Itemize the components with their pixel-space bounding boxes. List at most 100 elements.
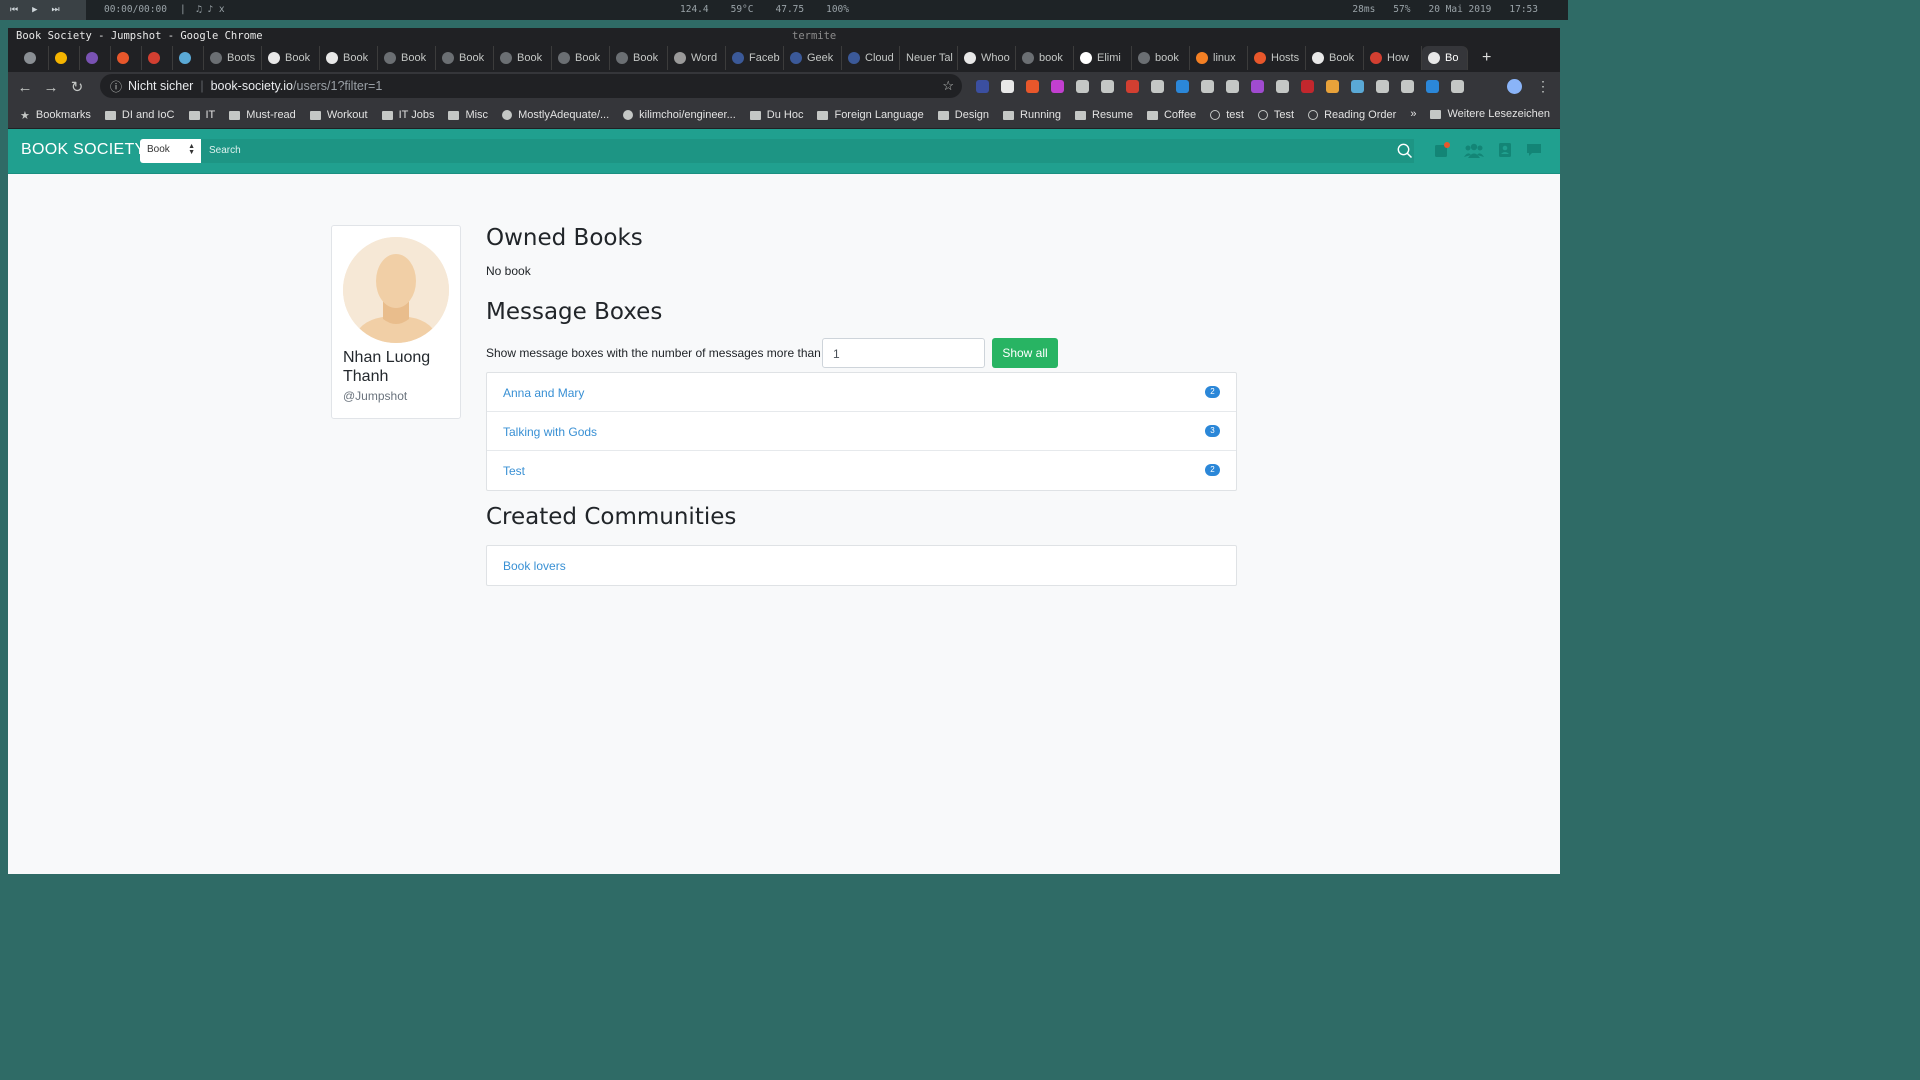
browser-tab[interactable]: Elimi — [1074, 46, 1132, 70]
browser-tab[interactable]: Book — [610, 46, 668, 70]
search-input[interactable]: Search — [201, 139, 1414, 163]
community-link[interactable]: Book lovers — [503, 559, 566, 573]
url-path[interactable]: /users/1?filter=1 — [293, 79, 382, 93]
browser-tab[interactable]: Neuer Tal — [900, 46, 958, 70]
browser-tab[interactable]: linux — [1190, 46, 1248, 70]
browser-tab[interactable]: Boots — [204, 46, 262, 70]
browser-tab[interactable] — [80, 46, 111, 70]
browser-tab[interactable]: Book — [378, 46, 436, 70]
bookmark-item[interactable]: ★ Bookmarks — [20, 109, 91, 122]
extension-icon[interactable] — [1326, 80, 1339, 93]
browser-tab[interactable]: Book — [552, 46, 610, 70]
extension-icon[interactable] — [1026, 80, 1039, 93]
owned-books-empty: No book — [486, 264, 531, 278]
browser-tab[interactable]: Cloud — [842, 46, 900, 70]
profile-avatar-icon[interactable] — [1507, 79, 1522, 94]
back-icon[interactable]: ← — [12, 79, 38, 96]
bookmark-item[interactable]: IT — [188, 109, 215, 121]
message-box-link[interactable]: Talking with Gods — [503, 425, 597, 439]
bookmark-item[interactable]: DI and IoC — [104, 109, 175, 121]
tab-active[interactable]: Bo× — [1422, 46, 1468, 70]
bookmark-item[interactable]: Running — [1003, 109, 1061, 121]
extension-icon[interactable] — [1376, 80, 1389, 93]
bookmark-item[interactable]: kilimchoi/engineer... — [623, 109, 736, 121]
other-bookmarks[interactable]: Weitere Lesezeichen — [1430, 108, 1550, 120]
bookmark-item[interactable]: Reading Order — [1308, 109, 1396, 121]
browser-tab[interactable]: Word — [668, 46, 726, 70]
bookmark-item[interactable]: Test — [1257, 109, 1294, 121]
search-type-select[interactable]: Book ▲ ▼ — [140, 139, 201, 163]
security-label[interactable]: Nicht sicher — [128, 79, 193, 93]
show-all-button[interactable]: Show all — [992, 338, 1058, 368]
extension-icon[interactable] — [1351, 80, 1364, 93]
browser-tab[interactable]: Book — [1306, 46, 1364, 70]
extension-icon[interactable] — [1126, 80, 1139, 93]
bookmark-item[interactable]: MostlyAdequate/... — [502, 109, 609, 121]
message-box-link[interactable]: Anna and Mary — [503, 386, 584, 400]
browser-tab[interactable]: book — [1132, 46, 1190, 70]
browser-tab[interactable] — [173, 46, 204, 70]
extension-icon[interactable] — [976, 80, 989, 93]
browser-tab[interactable]: Book — [262, 46, 320, 70]
address-bar[interactable]: ⓘ Nicht sicher | book-society.io/users/1… — [100, 74, 962, 98]
chrome-menu-icon[interactable]: ⋮ — [1536, 78, 1550, 95]
bookmark-item[interactable]: Coffee — [1146, 109, 1196, 121]
profile-icon[interactable] — [1498, 142, 1512, 158]
browser-tab[interactable]: Hosts — [1248, 46, 1306, 70]
browser-tab[interactable]: Geek — [784, 46, 842, 70]
message-count-input[interactable]: 1 — [822, 338, 985, 368]
browser-tab[interactable]: How — [1364, 46, 1422, 70]
bookmark-item[interactable]: Du Hoc — [749, 109, 803, 121]
extension-icon[interactable] — [1451, 80, 1464, 93]
brightness-stat: 100% — [826, 4, 849, 15]
bookmark-item[interactable]: Must-read — [229, 109, 296, 121]
browser-tab[interactable]: Book — [494, 46, 552, 70]
browser-tab[interactable]: book — [1016, 46, 1074, 70]
browser-tab[interactable]: Book — [320, 46, 378, 70]
forward-icon[interactable]: → — [38, 79, 64, 96]
browser-tab[interactable] — [49, 46, 80, 70]
notifications-icon[interactable] — [1434, 142, 1450, 158]
bookmark-item[interactable]: test — [1210, 109, 1244, 121]
extension-icon[interactable] — [1051, 80, 1064, 93]
next-track-icon[interactable]: ⏭ — [52, 5, 60, 15]
more-bookmarks-icon[interactable]: » — [1410, 108, 1416, 120]
app-brand[interactable]: BOOK SOCIETY — [21, 141, 146, 159]
messages-icon[interactable] — [1526, 142, 1542, 158]
extension-icon[interactable] — [1301, 80, 1314, 93]
extension-icon[interactable] — [1276, 80, 1289, 93]
reload-icon[interactable]: ↻ — [64, 78, 90, 96]
bookmark-item[interactable]: Resume — [1075, 109, 1133, 121]
bookmark-item[interactable]: IT Jobs — [381, 109, 434, 121]
browser-tab[interactable] — [142, 46, 173, 70]
extension-icon[interactable] — [1401, 80, 1414, 93]
extension-icon[interactable] — [1251, 80, 1264, 93]
bookmark-item[interactable]: Misc — [448, 109, 488, 121]
previous-track-icon[interactable]: ⏮ — [10, 5, 18, 15]
bookmark-star-icon[interactable]: ☆ — [942, 78, 954, 94]
new-tab-icon[interactable]: + — [1482, 49, 1491, 67]
browser-tab[interactable]: Book — [436, 46, 494, 70]
bookmark-item[interactable]: Foreign Language — [817, 109, 924, 121]
browser-tab[interactable] — [18, 46, 49, 70]
tab-strip: Boots Book Book Book Book Book Book Book Word Fac… — [8, 44, 1560, 72]
bookmark-item[interactable]: Workout — [309, 109, 368, 121]
extension-icon[interactable] — [1151, 80, 1164, 93]
bookmark-item[interactable]: Design — [937, 109, 989, 121]
url-host[interactable]: book-society.io — [211, 79, 293, 93]
play-icon[interactable]: ▶ — [32, 5, 37, 15]
browser-tab[interactable] — [111, 46, 142, 70]
site-info-icon[interactable]: ⓘ — [110, 78, 122, 95]
extension-icon[interactable] — [1226, 80, 1239, 93]
extension-icon[interactable] — [1001, 80, 1014, 93]
browser-tab[interactable]: Faceb — [726, 46, 784, 70]
extension-icon[interactable] — [1076, 80, 1089, 93]
browser-tab[interactable]: Whoo — [958, 46, 1016, 70]
search-icon[interactable] — [1397, 143, 1413, 159]
extension-icon[interactable] — [1176, 80, 1189, 93]
message-box-link[interactable]: Test — [503, 464, 525, 478]
extension-icon[interactable] — [1426, 80, 1439, 93]
extension-icon[interactable] — [1101, 80, 1114, 93]
friends-icon[interactable] — [1464, 142, 1484, 158]
extension-icon[interactable] — [1201, 80, 1214, 93]
